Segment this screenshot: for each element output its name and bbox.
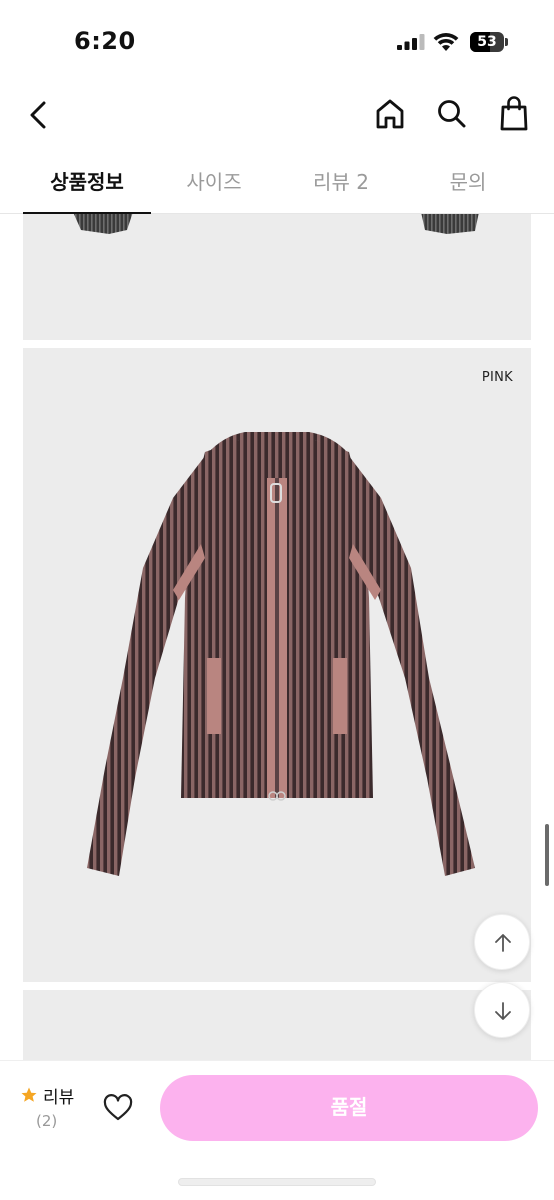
home-icon[interactable] <box>372 96 408 132</box>
product-image-previous <box>23 214 531 340</box>
tab-inquiry[interactable]: 문의 <box>404 152 532 214</box>
product-detail-screen: 6:20 53 상품정보 사이즈 리뷰 2 문의 PINK 리뷰 (2) 품절 <box>0 0 554 1200</box>
scroll-to-bottom-button[interactable] <box>474 982 530 1038</box>
chevron-left-icon[interactable] <box>24 98 54 132</box>
pink-knit-zip-jacket-image <box>87 432 475 876</box>
scroll-indicator[interactable] <box>545 824 549 886</box>
status-time: 6:20 <box>74 27 136 55</box>
product-image-pink: PINK <box>23 348 531 982</box>
status-bar: 6:20 53 <box>0 0 554 82</box>
product-image-next <box>23 990 531 1060</box>
purchase-bar: 리뷰 (2) 품절 <box>0 1060 554 1200</box>
product-detail-content[interactable]: PINK <box>0 214 554 1060</box>
top-navigation <box>0 82 554 152</box>
arrow-up-icon <box>495 934 511 952</box>
tab-reviews[interactable]: 리뷰 2 <box>277 152 405 214</box>
heart-icon[interactable] <box>103 1094 133 1122</box>
tab-size[interactable]: 사이즈 <box>150 152 278 214</box>
cellular-signal-icon <box>397 34 425 50</box>
battery-icon: 53 <box>470 32 508 52</box>
tab-product-info[interactable]: 상품정보 <box>23 152 151 215</box>
review-count: (2) <box>36 1112 58 1130</box>
product-tabs: 상품정보 사이즈 리뷰 2 문의 <box>0 152 554 215</box>
battery-level: 53 <box>477 34 497 50</box>
star-icon <box>21 1087 37 1102</box>
wifi-icon <box>433 33 459 51</box>
arrow-down-icon <box>495 1002 511 1020</box>
sold-out-button[interactable]: 품절 <box>160 1075 538 1141</box>
review-label[interactable]: 리뷰 <box>43 1083 74 1108</box>
sleeve-cuffs-image <box>73 214 479 234</box>
shopping-bag-icon[interactable] <box>496 94 532 132</box>
scroll-to-top-button[interactable] <box>474 914 530 970</box>
home-indicator <box>178 1178 376 1186</box>
search-icon[interactable] <box>434 96 470 132</box>
